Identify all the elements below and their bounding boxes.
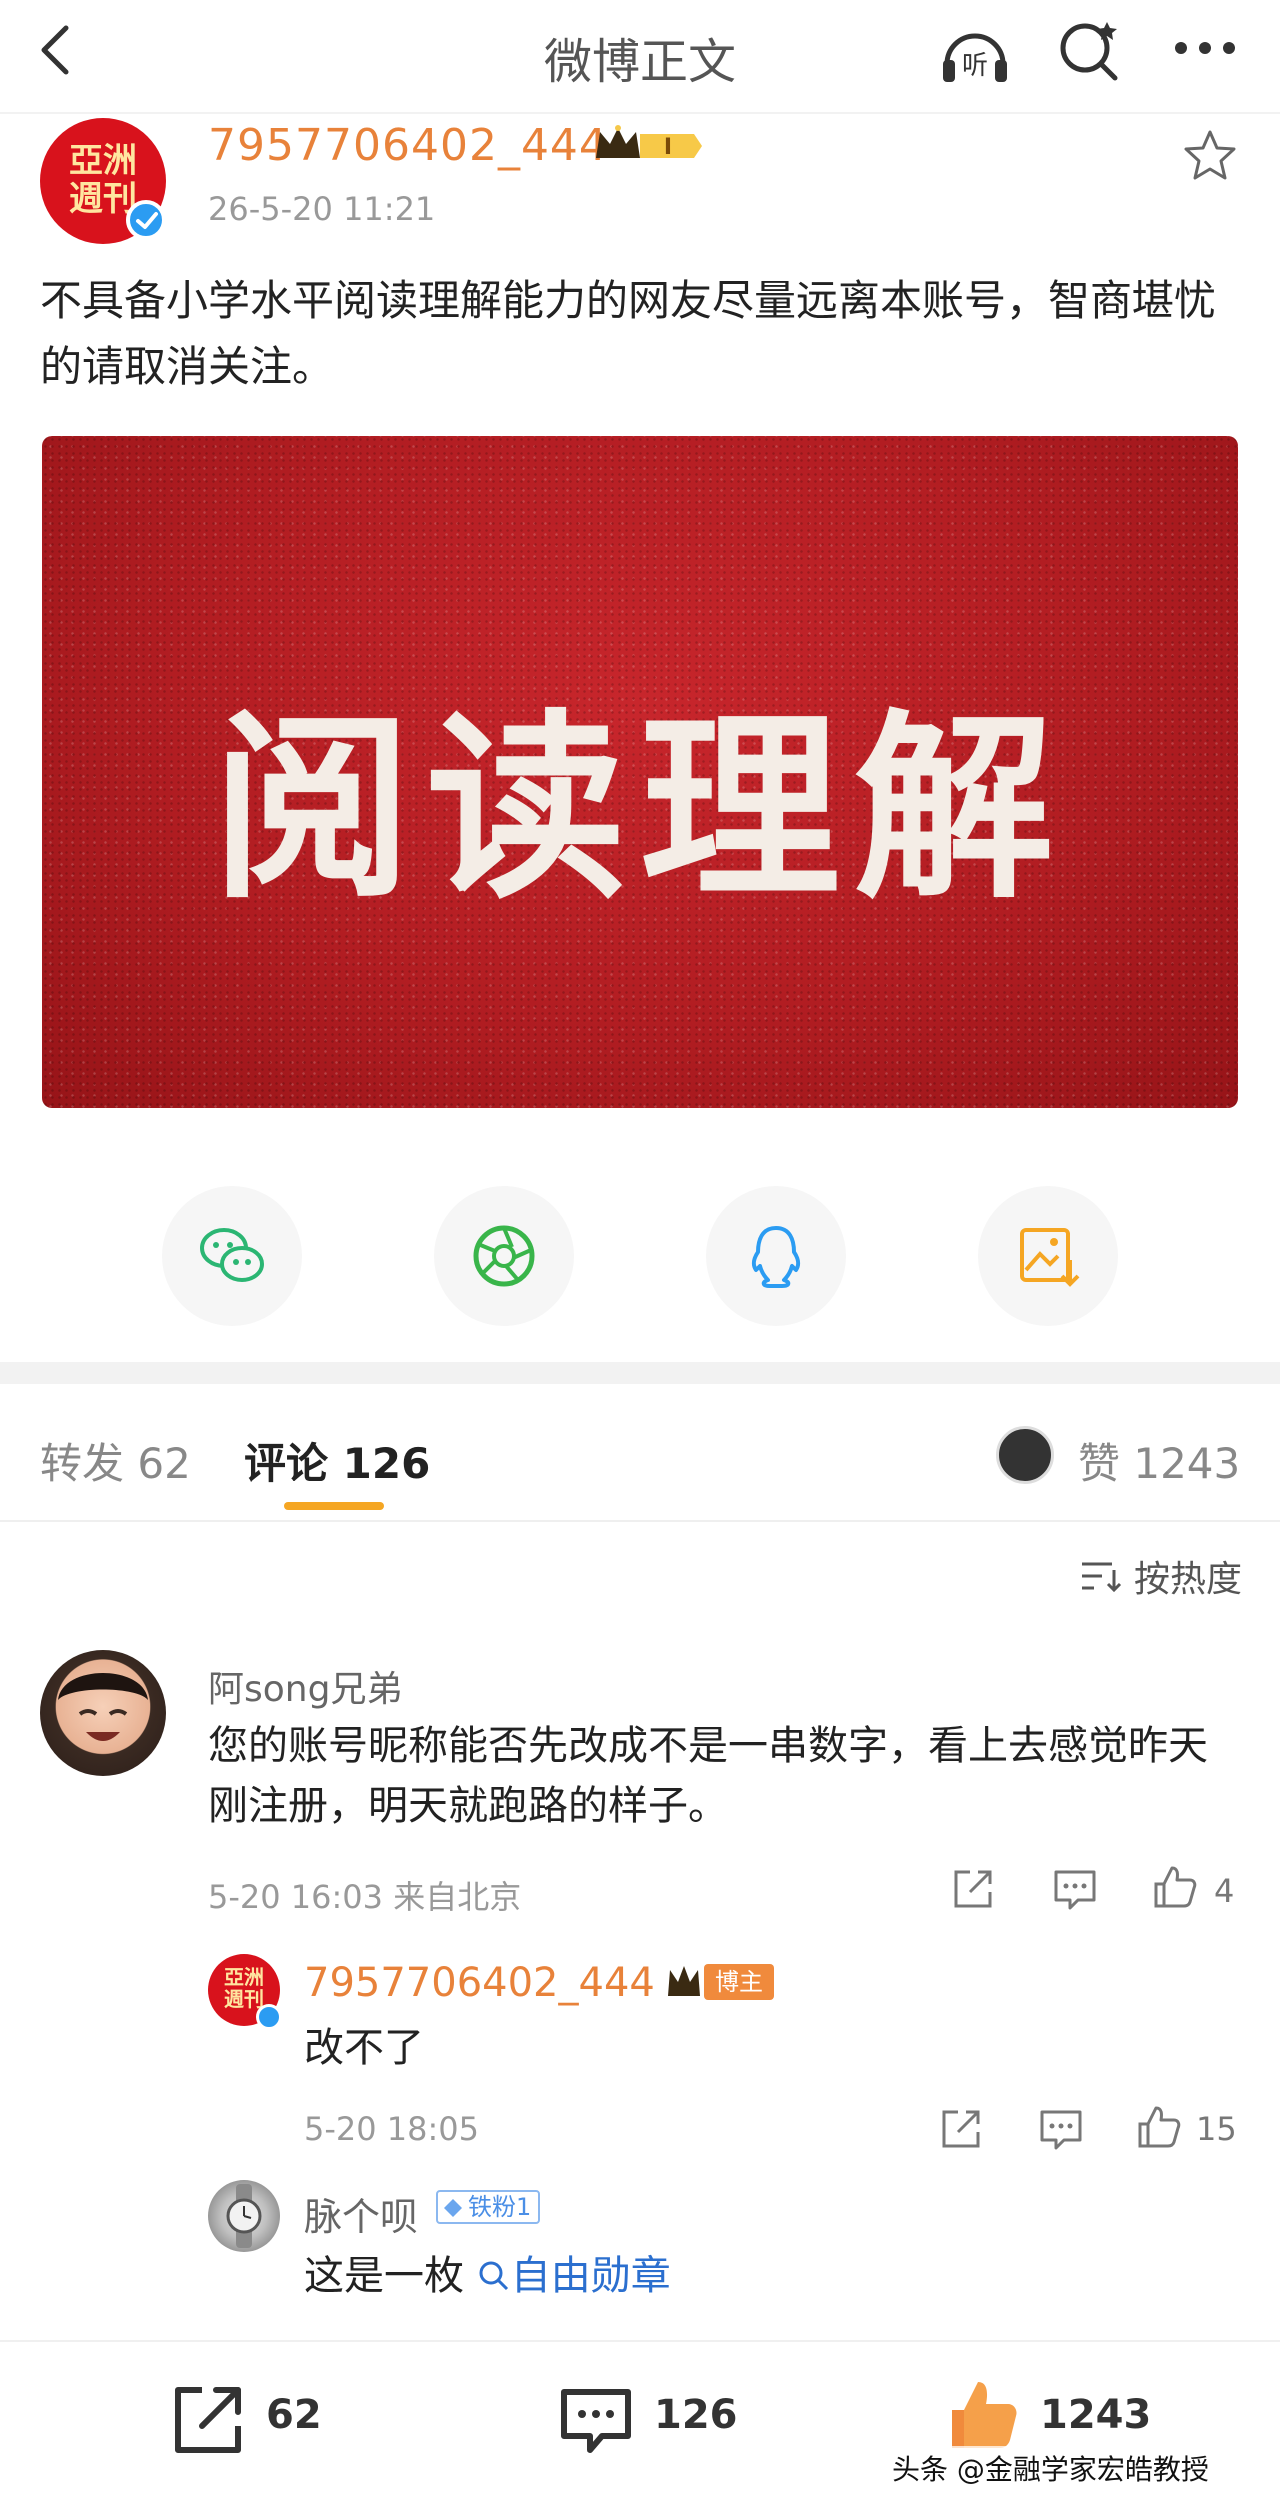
comment-icon[interactable] — [556, 2384, 636, 2456]
bottom-bar-divider — [0, 2340, 1280, 2342]
bottom-like-count[interactable]: 1243 — [1040, 2392, 1151, 2438]
reply-like-icon[interactable] — [1134, 2102, 1184, 2152]
comment-time: 5-20 16:03 来自北京 — [208, 1878, 522, 1916]
share-moments-button[interactable] — [434, 1186, 574, 1326]
listen-label: 听 — [962, 51, 988, 81]
watermark: 头条 @金融学家宏皓教授 — [886, 2446, 1215, 2490]
sort-icon — [1082, 1562, 1122, 1593]
wechat-icon — [200, 1228, 264, 1282]
commenter-name-2[interactable]: 脉个呗 — [304, 2186, 418, 2241]
reply-verified-icon — [256, 2004, 282, 2030]
tab-repost[interactable]: 转发 62 — [40, 1430, 191, 1491]
search-tag-icon — [479, 2261, 508, 2291]
share-wechat-button[interactable] — [162, 1186, 302, 1326]
liker-avatar — [996, 1426, 1054, 1484]
section-gap — [0, 1362, 1280, 1384]
bottom-comment-count[interactable]: 126 — [654, 2392, 738, 2438]
reply-crown-icon — [668, 1966, 700, 1996]
host-badge: 博主 — [704, 1964, 774, 2000]
comment-text-2-prefix: 这是一枚 — [304, 2253, 464, 2299]
like-comment-icon[interactable] — [1150, 1862, 1200, 1912]
reply-like-count: 15 — [1196, 2110, 1237, 2148]
search-tag-link[interactable]: 自由勋章 — [511, 2253, 671, 2299]
reply-comment-icon[interactable] — [1050, 1864, 1100, 1914]
commenter-avatar-2[interactable] — [208, 2180, 280, 2252]
share-comment-icon[interactable] — [948, 1864, 998, 1914]
qq-icon — [751, 1226, 801, 1288]
reply-author-name[interactable]: 7957706402_444 — [304, 1960, 655, 2006]
face-icon — [58, 1673, 148, 1741]
top-nav-bar: 微博正文 听 — [0, 0, 1280, 112]
level-badge-text: I — [664, 135, 672, 160]
commenter-name[interactable]: 阿song兄弟 — [208, 1660, 402, 1712]
reply-reply-icon[interactable] — [1036, 2104, 1086, 2154]
comment-text: 您的账号昵称能否先改成不是一串数字，看上去感觉昨天刚注册，明天就跑路的样子。 — [208, 1723, 1208, 1829]
moments-icon — [473, 1225, 535, 1287]
reply-share-icon[interactable] — [936, 2104, 986, 2154]
like-thumb-icon[interactable] — [944, 2376, 1024, 2456]
listen-icon[interactable]: 听 — [935, 16, 1015, 96]
reply-avatar-text: 亞洲週刊 — [224, 1965, 264, 2011]
comment-text-2: 这是一枚 自由勋章 — [304, 2246, 671, 2306]
nav-divider — [0, 112, 1280, 114]
active-tab-underline — [284, 1502, 384, 1510]
save-image-icon — [1020, 1228, 1080, 1287]
tab-likes[interactable]: 赞 1243 — [1078, 1430, 1240, 1491]
save-image-button[interactable] — [978, 1186, 1118, 1326]
bottom-repost-count[interactable]: 62 — [266, 2392, 322, 2438]
reply-text: 改不了 — [304, 2025, 424, 2071]
share-qq-button[interactable] — [706, 1186, 846, 1326]
sort-label: 按热度 — [1134, 1559, 1243, 1600]
verified-badge-icon — [126, 200, 166, 240]
watch-icon — [226, 2184, 262, 2248]
post-time: 26-5-20 11:21 — [208, 190, 436, 228]
commenter-avatar[interactable] — [40, 1650, 166, 1776]
search-icon[interactable] — [1055, 16, 1125, 86]
post-image[interactable]: 阅读理解 — [42, 436, 1238, 1108]
post-image-text: 阅读理解 — [211, 691, 1068, 926]
post-body-text: 不具备小学水平阅读理解能力的网友尽量远离本账号，智商堪忧的请取消关注。 — [40, 276, 1217, 391]
reply-time: 5-20 18:05 — [304, 2110, 480, 2148]
diamond-icon — [444, 2199, 462, 2217]
repost-icon[interactable] — [168, 2382, 248, 2458]
member-crown-icon: I — [596, 125, 702, 160]
tab-divider — [0, 1520, 1280, 1522]
fan-badge-label: 铁粉1 — [468, 2193, 532, 2221]
comment-like-count: 4 — [1214, 1872, 1235, 1910]
more-options-icon[interactable] — [1165, 18, 1245, 78]
favorite-star-icon[interactable] — [1180, 126, 1240, 186]
author-username[interactable]: 7957706402_444 — [208, 120, 608, 171]
fan-level-badge: 铁粉1 — [436, 2190, 540, 2224]
tab-comments[interactable]: 评论 126 — [244, 1430, 430, 1491]
